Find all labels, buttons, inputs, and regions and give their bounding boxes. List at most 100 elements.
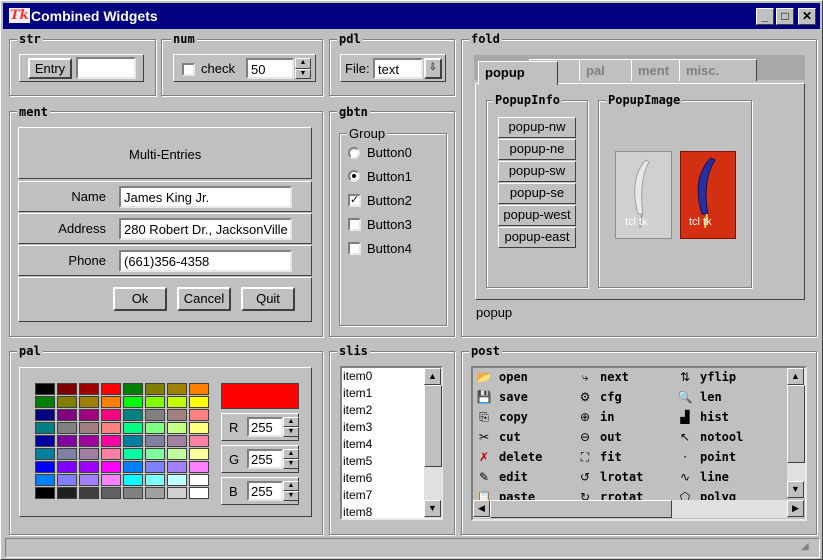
ok-button[interactable]: Ok <box>113 287 167 311</box>
color-swatch[interactable] <box>101 435 121 447</box>
tool-len[interactable]: 🔍 len <box>676 390 722 404</box>
color-swatch[interactable] <box>79 396 99 408</box>
b-spin-down-icon[interactable]: ▼ <box>283 491 299 501</box>
color-swatch[interactable] <box>57 461 77 473</box>
list-item[interactable]: item3 <box>343 420 372 434</box>
color-swatch[interactable] <box>123 409 143 421</box>
quit-button[interactable]: Quit <box>241 287 295 311</box>
popup-se-button[interactable]: popup-se <box>498 183 576 204</box>
post-vscroll-thumb[interactable] <box>787 385 805 463</box>
resize-grip-icon[interactable]: ◢ <box>801 541 817 557</box>
color-swatch[interactable] <box>167 435 187 447</box>
color-swatch[interactable] <box>145 409 165 421</box>
button2-checkbox[interactable]: ✓ <box>348 194 361 207</box>
tool-line[interactable]: ∿ line <box>676 470 729 484</box>
tool-out[interactable]: ⊖ out <box>576 430 622 444</box>
tool-open[interactable]: 📂 open <box>475 370 528 384</box>
color-swatch[interactable] <box>145 422 165 434</box>
entry-button[interactable]: Entry <box>28 58 72 79</box>
list-item[interactable]: item2 <box>343 403 372 417</box>
color-swatch[interactable] <box>123 474 143 486</box>
color-swatch[interactable] <box>123 487 143 499</box>
color-swatch[interactable] <box>101 448 121 460</box>
tool-delete[interactable]: ✗ delete <box>475 450 542 464</box>
list-scroll-thumb[interactable] <box>424 385 442 467</box>
list-scroll-down-icon[interactable]: ▼ <box>424 500 441 517</box>
b-spin-up-icon[interactable]: ▲ <box>283 481 299 491</box>
color-swatch[interactable] <box>35 474 55 486</box>
title-bar[interactable]: Tk Combined Widgets _ □ ✕ <box>3 3 820 29</box>
color-swatch[interactable] <box>35 422 55 434</box>
color-swatch[interactable] <box>101 461 121 473</box>
color-swatch[interactable] <box>79 474 99 486</box>
color-swatch[interactable] <box>145 474 165 486</box>
color-swatch[interactable] <box>101 487 121 499</box>
color-swatch[interactable] <box>123 422 143 434</box>
str-entry-field[interactable] <box>76 57 136 79</box>
color-swatch[interactable] <box>101 422 121 434</box>
tool-hist[interactable]: ▟ hist <box>676 410 729 424</box>
color-swatch[interactable] <box>145 487 165 499</box>
color-swatch[interactable] <box>35 461 55 473</box>
list-item[interactable]: item4 <box>343 437 372 451</box>
color-swatch[interactable] <box>57 474 77 486</box>
color-swatch[interactable] <box>189 487 209 499</box>
list-item[interactable]: item8 <box>343 505 372 518</box>
color-swatch[interactable] <box>79 448 99 460</box>
color-swatch[interactable] <box>189 474 209 486</box>
color-swatch[interactable] <box>57 383 77 395</box>
tool-in[interactable]: ⊕ in <box>576 410 614 424</box>
file-field[interactable]: text <box>373 58 423 79</box>
r-spinner[interactable]: ▲ ▼ <box>283 417 299 437</box>
r-value-field[interactable]: 255 <box>247 417 283 437</box>
g-spin-down-icon[interactable]: ▼ <box>283 459 299 469</box>
color-swatch[interactable] <box>101 409 121 421</box>
tool-notool[interactable]: ↖ notool <box>676 430 743 444</box>
popup-sw-button[interactable]: popup-sw <box>498 161 576 182</box>
post-scroll-up-icon[interactable]: ▲ <box>787 368 804 385</box>
color-swatch[interactable] <box>145 448 165 460</box>
color-swatch[interactable] <box>167 448 187 460</box>
tab-misc[interactable]: misc. <box>679 59 757 81</box>
color-swatch[interactable] <box>123 461 143 473</box>
color-swatch[interactable] <box>57 422 77 434</box>
list-scroll-up-icon[interactable]: ▲ <box>424 368 441 385</box>
color-swatch[interactable] <box>35 383 55 395</box>
color-swatch[interactable] <box>123 383 143 395</box>
color-swatch[interactable] <box>57 487 77 499</box>
tab-popup[interactable]: popup <box>478 61 558 85</box>
name-field[interactable]: James King Jr. <box>119 186 292 208</box>
address-field[interactable]: 280 Robert Dr., JacksonVille <box>119 218 292 240</box>
phone-field[interactable]: (661)356-4358 <box>119 250 292 272</box>
color-swatch[interactable] <box>57 409 77 421</box>
color-swatch[interactable] <box>167 461 187 473</box>
tool-edit[interactable]: ✎ edit <box>475 470 528 484</box>
tool-next[interactable]: ⤷ next <box>576 370 629 385</box>
tool-lrotat[interactable]: ↺ lrotat <box>576 470 643 484</box>
post-hscroll-thumb[interactable] <box>490 500 672 518</box>
color-swatch[interactable] <box>79 435 99 447</box>
minimize-button[interactable]: _ <box>756 8 774 25</box>
tab-pal[interactable]: pal <box>579 59 633 81</box>
tool-cut[interactable]: ✂ cut <box>475 430 521 444</box>
color-swatch[interactable] <box>101 474 121 486</box>
color-swatch[interactable] <box>101 396 121 408</box>
num-spin-down-icon[interactable]: ▼ <box>295 68 311 79</box>
color-swatch[interactable] <box>145 461 165 473</box>
button4-checkbox[interactable] <box>348 242 361 255</box>
g-spinner[interactable]: ▲ ▼ <box>283 449 299 469</box>
file-dropdown-icon[interactable]: ⇩ <box>424 58 442 79</box>
maximize-button[interactable]: □ <box>776 8 794 25</box>
color-swatch[interactable] <box>167 409 187 421</box>
color-swatch[interactable] <box>167 474 187 486</box>
color-swatch[interactable] <box>57 435 77 447</box>
num-value-field[interactable]: 50 <box>246 58 294 79</box>
color-swatch[interactable] <box>123 435 143 447</box>
g-value-field[interactable]: 255 <box>247 449 283 469</box>
color-swatch[interactable] <box>79 422 99 434</box>
color-swatch[interactable] <box>145 396 165 408</box>
list-item[interactable]: item1 <box>343 386 372 400</box>
color-swatch[interactable] <box>123 448 143 460</box>
color-swatch[interactable] <box>35 396 55 408</box>
color-swatch[interactable] <box>35 435 55 447</box>
